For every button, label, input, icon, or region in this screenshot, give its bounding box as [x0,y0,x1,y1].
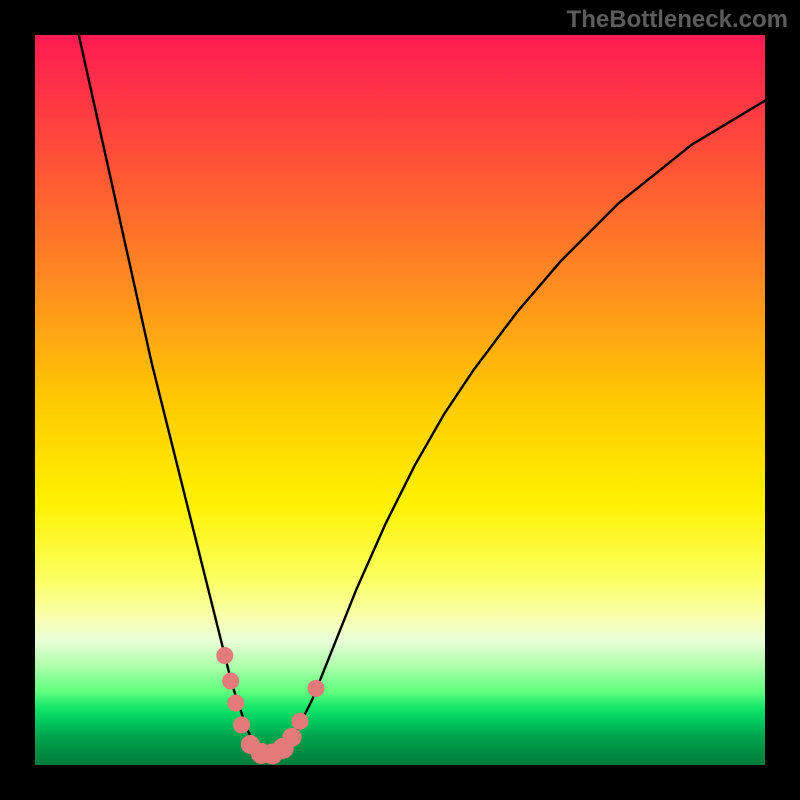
data-marker [228,695,244,711]
data-marker [308,680,324,696]
chart-frame: TheBottleneck.com [0,0,800,800]
data-marker [234,717,250,733]
plot-area [35,35,765,765]
data-marker [292,713,308,729]
data-marker [223,673,239,689]
bottleneck-curve [79,35,765,754]
curve-layer [35,35,765,765]
data-marker [217,648,233,664]
watermark-text: TheBottleneck.com [567,6,788,34]
data-marker [283,728,301,746]
